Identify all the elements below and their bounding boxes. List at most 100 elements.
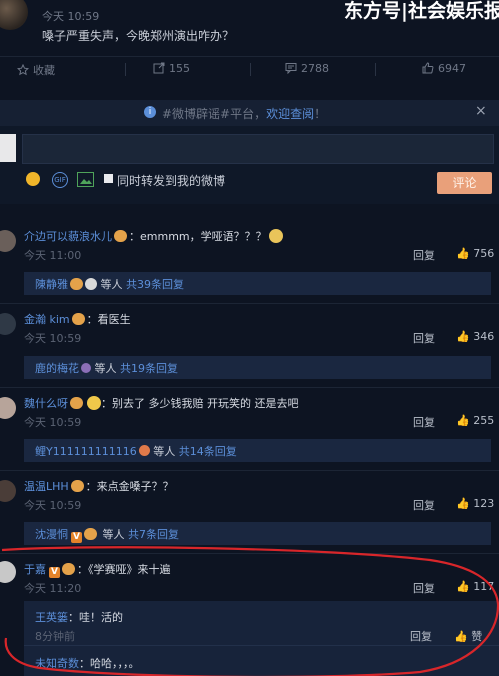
- comment-text: ：别去了 多少钱我赔 开玩笑的 还是去吧: [101, 397, 299, 410]
- badge-icon: [138, 445, 150, 456]
- sub-replies-summary[interactable]: 沈漫恫 V 等人 共7条回复: [24, 522, 491, 545]
- comment-author[interactable]: 温温LHH: [24, 480, 69, 493]
- comment-text: ：来点金嗓子？？: [85, 480, 174, 493]
- favorite-label: 收藏: [33, 64, 55, 77]
- verified-v-icon: V: [71, 532, 82, 543]
- comment-author[interactable]: 金瀚 kim: [24, 313, 70, 326]
- thumbs-up-icon: 👍: [456, 497, 470, 510]
- reply-button[interactable]: 回复: [413, 247, 435, 263]
- comment-author[interactable]: 于嘉: [24, 563, 46, 576]
- close-icon[interactable]: ×: [475, 103, 487, 119]
- comment-like-button[interactable]: 👍 346: [456, 330, 494, 343]
- image-icon[interactable]: [77, 172, 94, 187]
- notice-prefix: #微博辟谣#平台，: [162, 107, 267, 121]
- nested-like-button[interactable]: 👍 赞: [454, 628, 482, 644]
- sub-replies-summary[interactable]: 陳静雅 等人 共39条回复: [24, 272, 491, 295]
- avatar[interactable]: [0, 313, 16, 335]
- divider: [24, 645, 499, 646]
- member-badge-icon: [71, 313, 85, 325]
- sub-reply-suffix: 等人: [149, 445, 179, 458]
- nested-reply-button[interactable]: 回复: [410, 628, 432, 644]
- notice-bar: i #微博辟谣#平台，欢迎查阅！ ×: [0, 100, 499, 126]
- sub-reply-count[interactable]: 共7条回复: [128, 528, 179, 541]
- sub-reply-users[interactable]: 沈漫恫: [35, 528, 68, 541]
- sub-replies-summary[interactable]: 鹿的梅花 等人 共19条回复: [24, 356, 491, 379]
- sub-reply-users[interactable]: 鲤Y111111111116: [35, 445, 137, 458]
- emoji-icon[interactable]: [26, 172, 40, 186]
- comment-author[interactable]: 介边可以藐浪水儿: [24, 230, 112, 243]
- sub-reply-count[interactable]: 共39条回复: [126, 278, 184, 291]
- nested-reply: 王英篓：哇！活的: [35, 609, 123, 625]
- thumbs-up-icon: 👍: [456, 247, 470, 260]
- member-badge-icon: [70, 480, 84, 492]
- comment-author[interactable]: 魏什么呀: [24, 397, 68, 410]
- reply-button[interactable]: 回复: [413, 330, 435, 346]
- repost-checkbox-label: 同时转发到我的微博: [117, 174, 226, 188]
- comment-like-button[interactable]: 👍 117: [456, 580, 494, 593]
- divider: [0, 387, 499, 388]
- thumbs-up-icon: 👍: [456, 414, 470, 427]
- repost-count: 155: [169, 62, 190, 75]
- comment-icon: [285, 63, 297, 75]
- post-time: 今天 10:59: [42, 10, 100, 23]
- my-avatar: [0, 134, 16, 162]
- gif-icon[interactable]: GIF: [52, 172, 68, 188]
- reply-button[interactable]: 回复: [413, 497, 435, 513]
- sub-replies-summary[interactable]: 鲤Y111111111116 等人 共14条回复: [24, 439, 491, 462]
- comment-time: 今天 10:59: [24, 499, 82, 512]
- favorite-button[interactable]: 收藏: [16, 62, 55, 78]
- nested-reply-author[interactable]: 王英篓: [35, 611, 68, 624]
- avatar[interactable]: [0, 230, 16, 252]
- sub-reply-users[interactable]: 陳静雅: [35, 278, 68, 291]
- nested-reply-text: ：哇！活的: [68, 611, 123, 624]
- avatar[interactable]: [0, 480, 16, 502]
- nested-reply: 未知奇数：哈哈，，，。: [35, 655, 140, 671]
- reply-button[interactable]: 回复: [413, 580, 435, 596]
- verified-v-icon: V: [49, 567, 60, 578]
- comment-like-button[interactable]: 👍 756: [456, 247, 494, 260]
- post-action-bar: 收藏 155 2788 6947: [0, 56, 499, 81]
- sub-reply-count[interactable]: 共19条回复: [120, 362, 178, 375]
- post-header: 今天 10:59 嗓子严重失声，今晚郑州演出咋办？ 东方号|社会娱乐报: [0, 0, 499, 52]
- sub-reply-count[interactable]: 共14条回复: [179, 445, 237, 458]
- avatar[interactable]: [0, 397, 16, 419]
- member-badge-icon: [114, 230, 127, 242]
- notice-link[interactable]: 欢迎查阅: [266, 107, 314, 121]
- repost-button[interactable]: 155: [153, 62, 190, 75]
- member-badge-icon: [84, 528, 97, 540]
- comment-time: 今天 10:59: [24, 332, 82, 345]
- like-button[interactable]: 6947: [422, 62, 466, 75]
- repost-checkbox[interactable]: [104, 174, 113, 183]
- nested-like-label: 赞: [471, 630, 483, 643]
- level-icon: [81, 363, 91, 373]
- nested-reply-text: ：哈哈，，，。: [79, 657, 140, 670]
- comment-input[interactable]: [22, 134, 494, 164]
- thinking-emoji-icon: [268, 229, 283, 243]
- comment-like-button[interactable]: 👍 123: [456, 497, 494, 510]
- divider: [0, 303, 499, 304]
- divider: [0, 553, 499, 554]
- comment-time: 今天 10:59: [24, 416, 82, 429]
- submit-comment-button[interactable]: 评论: [437, 172, 492, 194]
- comment-like-button[interactable]: 👍 255: [456, 414, 494, 427]
- poster-avatar[interactable]: [0, 0, 28, 30]
- avatar[interactable]: [0, 561, 16, 583]
- reply-button[interactable]: 回复: [413, 414, 435, 430]
- thumbs-up-icon: 👍: [456, 330, 470, 343]
- nested-reply-time: 8分钟前: [35, 630, 75, 643]
- nested-reply-author[interactable]: 未知奇数: [35, 657, 79, 670]
- comment-time: 今天 11:00: [24, 249, 82, 262]
- thumbs-up-icon: 👍: [456, 580, 470, 593]
- comment-like-count: 756: [473, 247, 495, 260]
- divider: [125, 63, 126, 76]
- repost-icon: [153, 62, 165, 74]
- comment-text: ：看医生: [86, 313, 131, 326]
- sub-reply-users[interactable]: 鹿的梅花: [35, 362, 79, 375]
- star-icon: [16, 63, 30, 76]
- sub-reply-suffix: 等人: [99, 528, 128, 541]
- member-badge-icon: [62, 563, 75, 575]
- comment-button[interactable]: 2788: [285, 62, 329, 75]
- nested-replies: 王英篓：哇！活的 8分钟前 回复 👍 赞 未知奇数：哈哈，，，。: [24, 601, 499, 676]
- post-text: 嗓子严重失声，今晚郑州演出咋办？: [42, 29, 235, 43]
- divider: [0, 470, 499, 471]
